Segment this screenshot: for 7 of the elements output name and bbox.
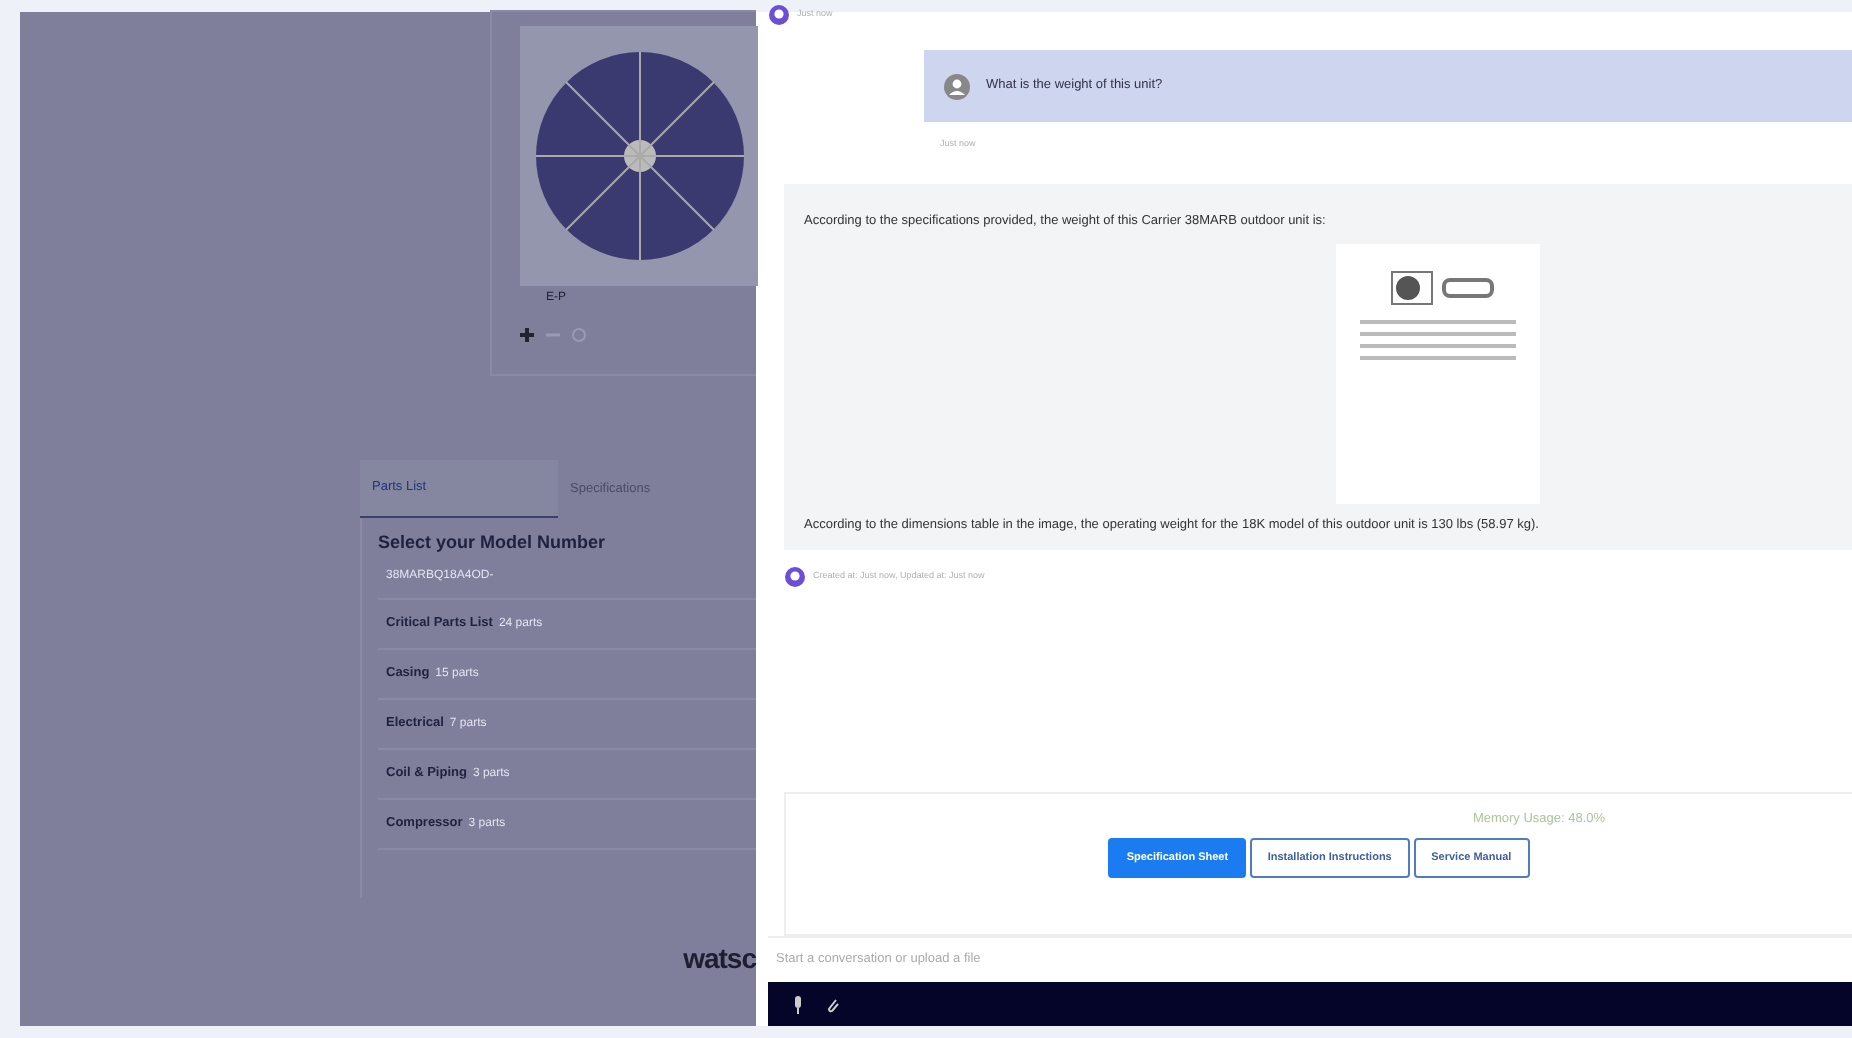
section-heading: Select your Model Number bbox=[378, 529, 608, 556]
assistant-avatar-icon bbox=[784, 566, 806, 589]
microphone-icon[interactable] bbox=[792, 995, 804, 1013]
paperclip-icon[interactable] bbox=[824, 995, 840, 1013]
user-avatar-icon bbox=[944, 73, 970, 99]
zoom-in-icon[interactable] bbox=[520, 328, 534, 342]
brand-logo: watsc bbox=[683, 939, 756, 978]
